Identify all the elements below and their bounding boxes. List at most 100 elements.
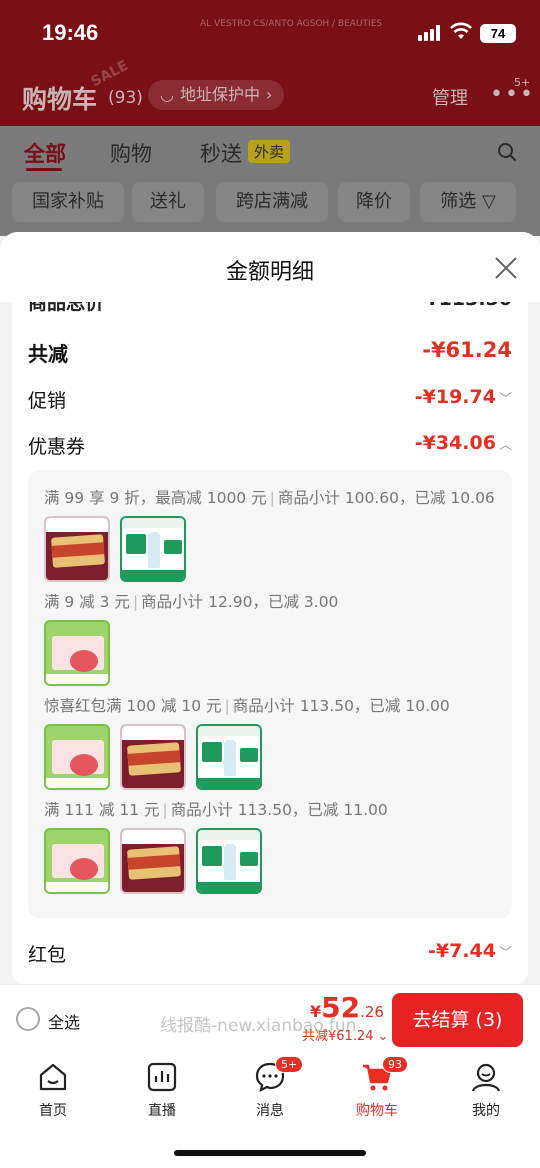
goods-total-value: ¥113.50 <box>425 302 512 310</box>
chevron-right-icon: › <box>265 85 273 104</box>
coupon-item-thumbs <box>44 516 186 582</box>
tabbar-label: 直播 <box>148 1103 176 1119</box>
coupon-label: 优惠券 <box>28 436 86 458</box>
currency-symbol: ¥ <box>310 1002 322 1021</box>
search-icon[interactable] <box>497 142 517 162</box>
coupon-rule: 惊喜红包满 100 减 10 元 <box>44 697 222 715</box>
tab-all[interactable]: 全部 <box>24 138 66 168</box>
chip-cross-store[interactable]: 跨店满减 <box>216 182 328 222</box>
coupon-subtotal: 商品小计 113.50，已减 11.00 <box>170 801 388 819</box>
product-thumb-fruit[interactable] <box>44 828 110 894</box>
shield-icon: ◡ <box>160 85 174 104</box>
total-price: ¥52.26 <box>310 991 384 1024</box>
coupon-rule-line: 满 111 减 11 元 | 商品小计 113.50，已减 11.00 <box>44 801 388 819</box>
total-decimal: .26 <box>360 1003 384 1021</box>
select-all-label[interactable]: 全选 <box>48 1009 80 1033</box>
tabbar-item-messages[interactable]: 5+ 消息 <box>235 1056 305 1120</box>
product-thumb-cookie[interactable] <box>44 516 110 582</box>
profile-icon <box>471 1063 501 1092</box>
address-protect-button[interactable]: ◡ 地址保护中 › <box>148 80 285 110</box>
tabbar-label: 消息 <box>256 1103 284 1119</box>
coupon-rule: 满 99 享 9 折，最高减 1000 元 <box>44 489 267 507</box>
manage-button[interactable]: 管理 <box>432 84 468 110</box>
promotion-row[interactable]: 促销 -¥19.74 ﹀ <box>28 386 512 418</box>
total-discount-value: -¥61.24 <box>422 338 512 362</box>
amount-detail-card: 商品总价 ¥113.50 共减 -¥61.24 促销 -¥19.74﹀ 优惠券 … <box>12 302 528 985</box>
goods-total-row: 商品总价 ¥113.50 <box>28 302 512 320</box>
funnel-icon: ▽ <box>481 191 496 212</box>
checkout-button[interactable]: 去结算 (3) <box>392 993 523 1047</box>
close-icon[interactable] <box>490 252 522 284</box>
chip-gift[interactable]: 送礼 <box>132 182 204 222</box>
chip-national-subsidy[interactable]: 国家补贴 <box>12 182 124 222</box>
cart-badge: 93 <box>382 1056 408 1073</box>
coupon-rule-line: 惊喜红包满 100 减 10 元 | 商品小计 113.50，已减 10.00 <box>44 697 450 715</box>
promotion-value: -¥19.74 <box>414 386 496 408</box>
page-title: 购物车 <box>22 85 98 114</box>
product-thumb-fruit[interactable] <box>44 620 110 686</box>
sheet-header: 金额明细 <box>0 232 540 302</box>
status-ads-text: AL VESTRO CS/ANTO AGSOH / BEAUTIES <box>200 19 383 29</box>
home-indicator <box>174 1150 366 1156</box>
status-bar: 19:46 AL VESTRO CS/ANTO AGSOH / BEAUTIES… <box>0 0 540 66</box>
coupon-item-thumbs <box>44 828 262 894</box>
tabbar-item-profile[interactable]: 我的 <box>451 1060 521 1120</box>
status-time: 19:46 <box>42 20 99 45</box>
chip-price-drop[interactable]: 降价 <box>338 182 410 222</box>
product-thumb-cookie[interactable] <box>120 724 186 790</box>
chevron-down-icon: ﹀ <box>498 946 512 961</box>
chevron-up-icon: ︿ <box>498 438 512 453</box>
checkout-bar: 全选 线报酷-new.xianbao.fun ¥52.26 共减¥61.24 ⌄… <box>0 984 540 1052</box>
red-packet-value: -¥7.44 <box>428 940 496 962</box>
coupon-subtotal: 商品小计 113.50，已减 10.00 <box>232 697 450 715</box>
messages-badge: 5+ <box>275 1056 304 1073</box>
total-discount-row: 共减 -¥61.24 <box>28 338 512 370</box>
tabbar-label: 首页 <box>39 1103 67 1119</box>
tabbar-label: 我的 <box>472 1103 500 1119</box>
select-all-radio[interactable] <box>16 1007 40 1031</box>
red-packet-row[interactable]: 红包 -¥7.44 ﹀ <box>28 940 512 972</box>
coupon-detail-box: 满 99 享 9 折，最高减 1000 元 | 商品小计 100.60，已减 10.… <box>28 470 512 918</box>
coupon-subtotal: 商品小计 12.90，已减 3.00 <box>141 593 339 611</box>
product-thumb-fruit[interactable] <box>44 724 110 790</box>
coupon-rule-line: 满 99 享 9 折，最高减 1000 元 | 商品小计 100.60，已减 10.… <box>44 489 495 507</box>
goods-total-label: 商品总价 <box>28 302 105 314</box>
home-icon <box>39 1063 67 1091</box>
coupon-subtotal: 商品小计 100.60，已减 10.06 <box>277 489 495 507</box>
coupon-rule-line: 满 9 减 3 元 | 商品小计 12.90，已减 3.00 <box>44 593 339 611</box>
live-chart-icon <box>147 1062 177 1092</box>
tab-instant[interactable]: 秒送 <box>200 138 242 168</box>
more-badge: 5+ <box>514 76 531 89</box>
product-thumb-water[interactable] <box>120 516 186 582</box>
product-thumb-water[interactable] <box>196 724 262 790</box>
product-thumb-cookie[interactable] <box>120 828 186 894</box>
tab-shopping[interactable]: 购物 <box>110 138 152 168</box>
wifi-icon <box>450 22 472 39</box>
total-discount-label: 共减 <box>28 342 68 366</box>
chip-filter[interactable]: 筛选 ▽ <box>420 182 516 222</box>
address-protect-label: 地址保护中 <box>179 85 260 104</box>
coupon-item-thumbs <box>44 724 262 790</box>
total-integer: 52 <box>321 991 361 1024</box>
takeout-badge: 外卖 <box>248 140 291 163</box>
cart-header: 购物车 SALE (93) ◡ 地址保护中 › 管理 ••• 5+ <box>0 58 540 126</box>
red-packet-label: 红包 <box>28 944 67 966</box>
coupon-row[interactable]: 优惠券 -¥34.06 ︿ <box>28 432 512 464</box>
chip-filter-label: 筛选 <box>440 191 477 212</box>
tabbar-item-live[interactable]: 直播 <box>127 1060 197 1120</box>
chevron-down-icon: ﹀ <box>498 392 512 407</box>
sheet-title: 金额明细 <box>225 260 314 285</box>
cart-count: (93) <box>108 88 143 108</box>
coupon-rule: 满 9 减 3 元 <box>44 593 130 611</box>
promotion-label: 促销 <box>28 390 67 412</box>
battery-icon: 74 <box>480 24 516 43</box>
coupon-item-thumbs <box>44 620 110 686</box>
saved-amount[interactable]: 共减¥61.24 ⌄ <box>302 1025 389 1044</box>
coupon-rule: 满 111 减 11 元 <box>44 801 160 819</box>
tabbar-label: 购物车 <box>356 1103 398 1119</box>
signal-icon <box>418 25 442 41</box>
tabbar-item-cart[interactable]: 93 购物车 <box>342 1056 412 1120</box>
tab-underline <box>26 168 62 171</box>
tabbar-item-home[interactable]: 首页 <box>18 1060 88 1120</box>
product-thumb-water[interactable] <box>196 828 262 894</box>
